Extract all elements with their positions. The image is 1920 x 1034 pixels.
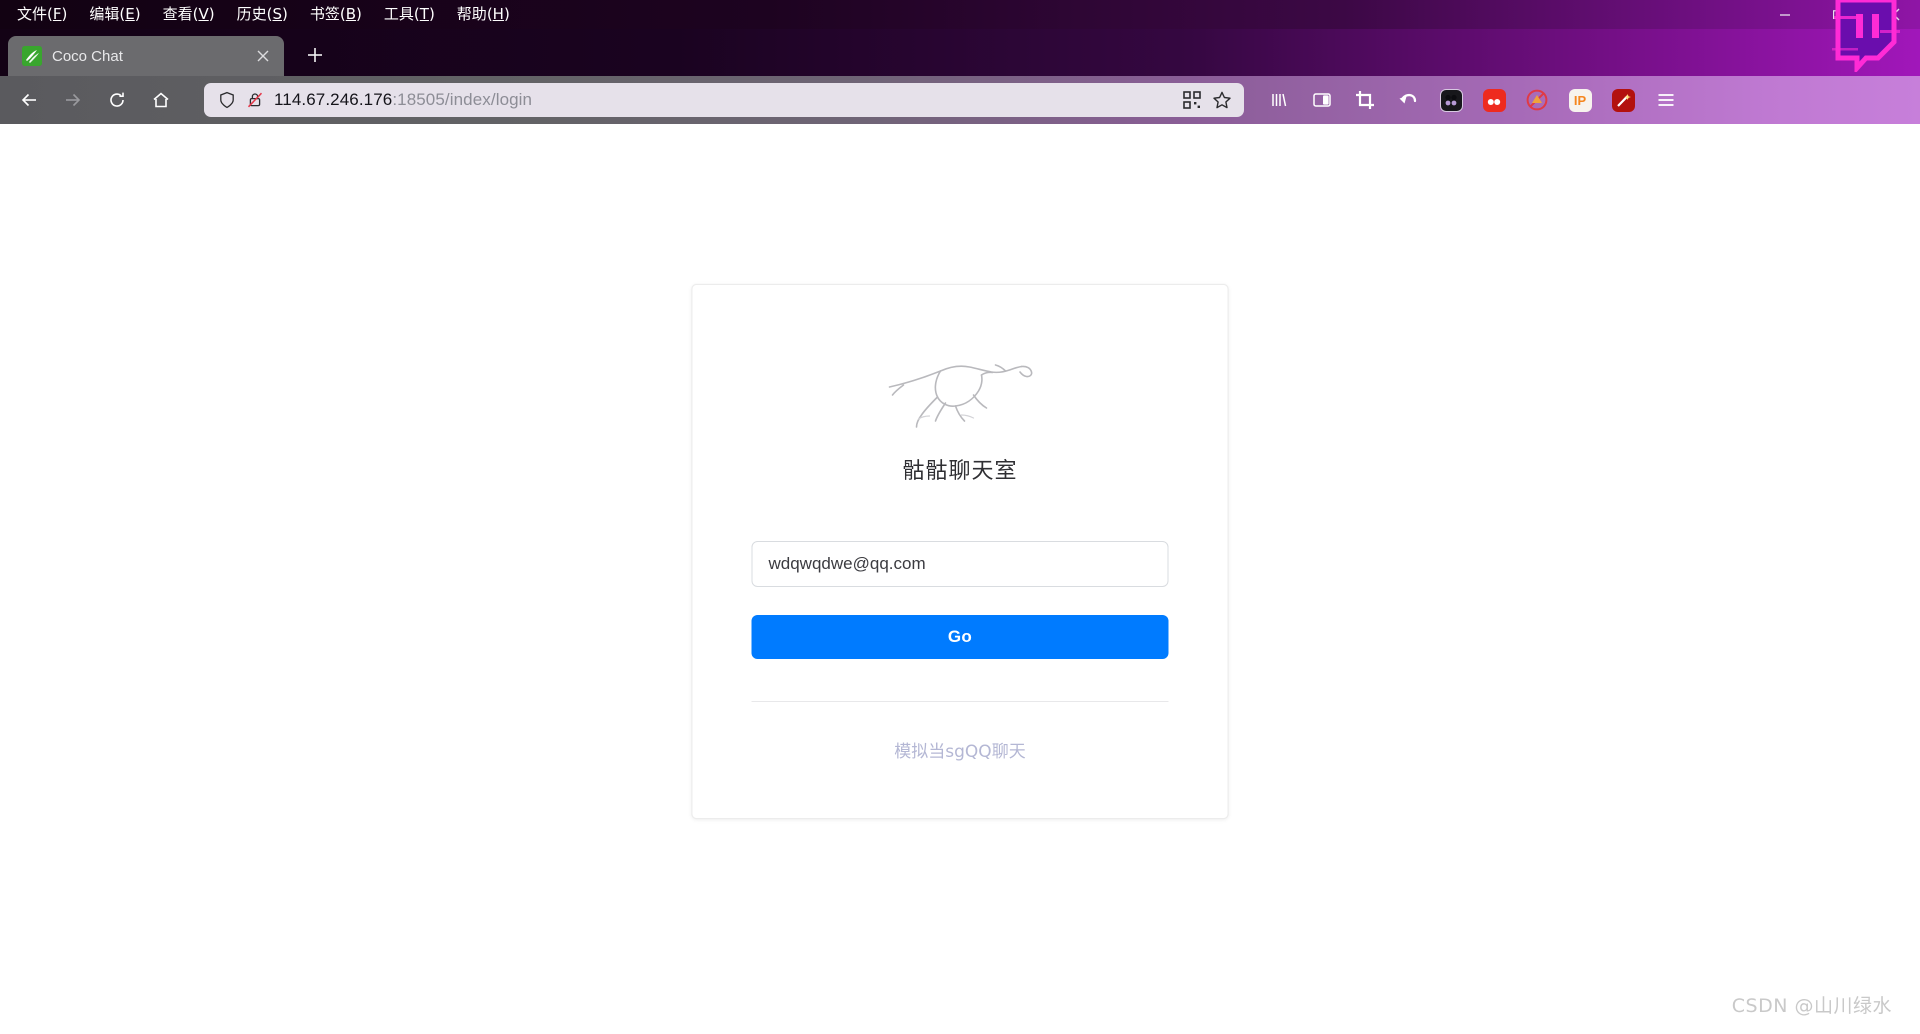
tracking-protection-shield-icon[interactable]: [218, 91, 236, 109]
address-bar[interactable]: 114.67.246.176:18505/index/login: [204, 83, 1244, 117]
screenshot-crop-icon[interactable]: [1348, 83, 1382, 117]
menu-item-file[interactable]: 文件(F): [6, 0, 78, 29]
ip-extension-label: IP: [1573, 92, 1587, 108]
restore-icon: [1832, 8, 1844, 19]
page-viewport: 骷骷聊天室 Go 模拟当sgQQ聊天 CSDN @山川绿水: [0, 124, 1920, 1034]
ip-extension-icon[interactable]: IP: [1563, 83, 1597, 117]
nav-buttons: [0, 81, 180, 119]
card-divider: [751, 701, 1169, 702]
tab-strip: Coco Chat: [0, 29, 1920, 76]
close-icon: [1887, 8, 1899, 21]
minimize-button[interactable]: [1758, 0, 1812, 29]
menu-item-edit[interactable]: 编辑(E): [78, 0, 151, 29]
adblock-disabled-icon[interactable]: [1520, 83, 1554, 117]
app-menu-icon[interactable]: [1649, 83, 1683, 117]
menu-item-view[interactable]: 查看(V): [152, 0, 226, 29]
library-icon[interactable]: [1262, 83, 1296, 117]
browser-toolbar-icons: IP: [1262, 83, 1695, 117]
menu-bar: 文件(F) 编辑(E) 查看(V) 历史(S) 书签(B) 工具(T) 帮助(H…: [0, 0, 1920, 72]
insecure-connection-icon[interactable]: [246, 91, 264, 109]
sidebar-icon[interactable]: [1305, 83, 1339, 117]
undo-close-tab-icon[interactable]: [1391, 83, 1425, 117]
tab-coco-chat[interactable]: Coco Chat: [8, 36, 284, 76]
menu-item-edit-label: 编辑: [89, 5, 120, 23]
home-icon[interactable]: [142, 81, 180, 119]
menu-item-tools-accel: (T): [413, 5, 435, 23]
menu-item-file-accel: (F): [47, 5, 68, 23]
menu-item-bookmarks[interactable]: 书签(B): [299, 0, 373, 29]
extension-dark-icon[interactable]: [1434, 83, 1468, 117]
reload-icon[interactable]: [98, 81, 136, 119]
new-tab-icon[interactable]: [298, 38, 332, 72]
address-bar-actions: [1182, 90, 1236, 110]
bookmark-star-icon[interactable]: [1212, 90, 1232, 110]
menu-item-history-label: 历史: [236, 5, 267, 23]
url-path: :18505/index/login: [392, 90, 533, 109]
navigation-toolbar: 114.67.246.176:18505/index/login IP: [0, 76, 1920, 124]
menu-item-help-accel: (H): [486, 5, 510, 23]
menu-item-history-accel: (S): [266, 5, 288, 23]
close-button[interactable]: [1866, 0, 1920, 29]
close-tab-icon[interactable]: [252, 45, 274, 67]
magic-wand-extension-icon[interactable]: [1606, 83, 1640, 117]
url-text[interactable]: 114.67.246.176:18505/index/login: [274, 90, 1172, 110]
window-controls: [1758, 0, 1920, 29]
csdn-watermark: CSDN @山川绿水: [1731, 995, 1892, 1017]
tab-title: Coco Chat: [52, 47, 123, 65]
login-card: 骷骷聊天室 Go 模拟当sgQQ聊天: [691, 284, 1229, 819]
forward-arrow-icon[interactable]: [54, 81, 92, 119]
back-arrow-icon[interactable]: [10, 81, 48, 119]
email-input[interactable]: [751, 541, 1169, 587]
browser-window: 文件(F) 编辑(E) 查看(V) 历史(S) 书签(B) 工具(T) 帮助(H…: [0, 0, 1920, 1034]
menu-item-help[interactable]: 帮助(H): [446, 0, 521, 29]
menu-item-history[interactable]: 历史(S): [226, 0, 299, 29]
menu-item-view-label: 查看: [162, 5, 193, 23]
go-button[interactable]: Go: [751, 615, 1169, 659]
qr-code-icon[interactable]: [1182, 90, 1202, 110]
menu-item-view-accel: (V): [192, 5, 215, 23]
menu-item-file-label: 文件: [17, 5, 48, 23]
menu-item-tools-label: 工具: [383, 5, 414, 23]
greyhound-logo: [888, 364, 1032, 428]
menu-item-tools[interactable]: 工具(T): [373, 0, 446, 29]
extension-red-icon[interactable]: [1477, 83, 1511, 117]
menu-item-help-label: 帮助: [456, 5, 487, 23]
simulate-qq-chat-link[interactable]: 模拟当sgQQ聊天: [894, 737, 1025, 762]
tabstrip-background: [0, 29, 1920, 76]
minimize-icon: [1780, 13, 1790, 16]
coco-chat-favicon: [22, 46, 42, 66]
menu-item-edit-accel: (E): [119, 5, 141, 23]
restore-button[interactable]: [1812, 0, 1866, 29]
menu-item-bookmarks-label: 书签: [309, 5, 340, 23]
url-host: 114.67.246.176: [274, 90, 393, 109]
menu-item-bookmarks-accel: (B): [339, 5, 362, 23]
page-title: 骷骷聊天室: [902, 459, 1018, 484]
